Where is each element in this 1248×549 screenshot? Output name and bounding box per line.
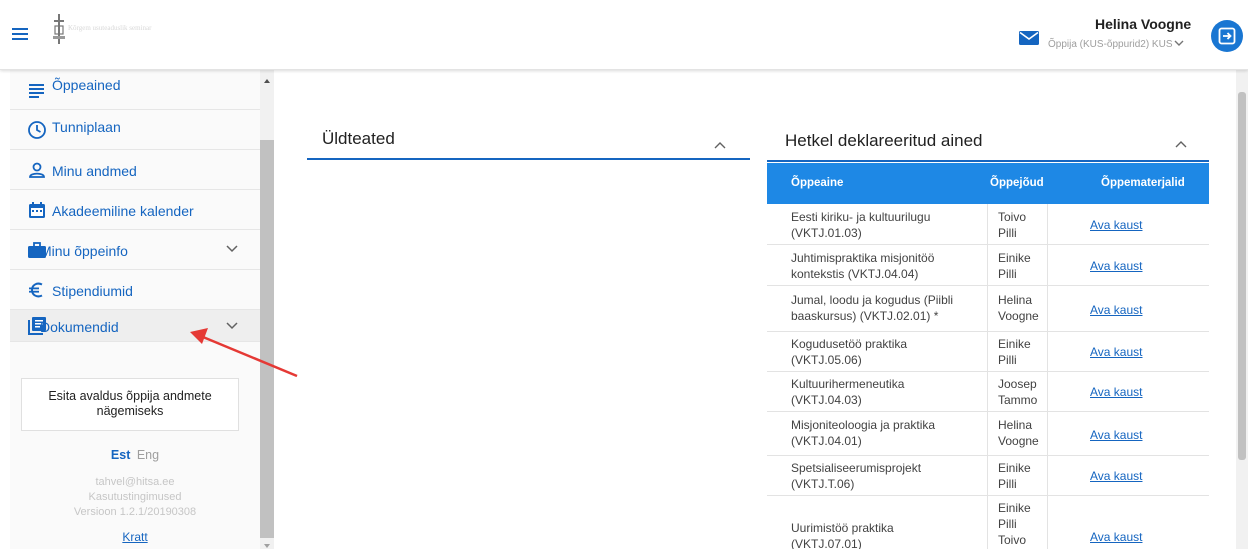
logout-button[interactable] <box>1211 20 1243 52</box>
open-folder-link[interactable]: Ava kaust <box>1090 530 1142 544</box>
open-folder-link[interactable]: Ava kaust <box>1090 303 1142 317</box>
lang-est[interactable]: Est <box>111 448 130 462</box>
seminary-logo[interactable] <box>52 14 66 44</box>
sidebar-item-oppeained[interactable]: Õppeained <box>10 70 260 110</box>
open-folder-link[interactable]: Ava kaust <box>1090 469 1142 483</box>
subject-name: Jumal, loodu ja kogudus (Piibli baaskurs… <box>791 293 954 323</box>
sidebar-item-label: Dokumendid <box>40 319 119 335</box>
teacher-name: Toivo Pilli <box>998 210 1027 240</box>
subject-name: Eesti kiriku- ja kultuurilugu (VKTJ.01.0… <box>791 210 931 240</box>
sidebar-item-label: Minu õppeinfo <box>40 243 128 259</box>
sidebar-item-label: Õppeained <box>52 77 121 93</box>
chevron-down-icon <box>226 322 238 330</box>
euro-icon <box>29 282 43 298</box>
open-folder-link[interactable]: Ava kaust <box>1090 428 1142 442</box>
top-bar: Kõrgem usuteaduslik seminar Helina Voogn… <box>0 0 1248 70</box>
sidebar-item-minu-oppeinfo[interactable]: Minu õppeinfo <box>10 230 260 270</box>
teacher-name: Einike Pilli Toivo <box>998 501 1031 547</box>
sidebar-item-minu-andmed[interactable]: Minu andmed <box>10 150 260 190</box>
clock-icon <box>28 121 46 139</box>
lang-eng[interactable]: Eng <box>137 448 159 462</box>
sidebar-item-tunniplaan[interactable]: Tunniplaan <box>10 110 260 150</box>
scroll-down-icon[interactable] <box>264 544 270 548</box>
table-row: Kultuurihermeneutika (VKTJ.04.03) Joosep… <box>767 372 1209 412</box>
general-announcements-rule <box>307 158 750 160</box>
calendar-icon <box>29 202 45 218</box>
kratt-link[interactable]: Kratt <box>10 530 260 544</box>
teacher-name: Helina Voogne <box>998 418 1039 448</box>
logo-text: Kõrgem usuteaduslik seminar <box>68 24 152 32</box>
mail-icon[interactable] <box>1019 31 1039 45</box>
table-row: Uurimistöö praktika (VKTJ.07.01) Einike … <box>767 496 1209 549</box>
open-folder-link[interactable]: Ava kaust <box>1090 259 1142 273</box>
chevron-up-icon[interactable] <box>1175 140 1187 148</box>
teacher-name: Joosep Tammo <box>998 377 1038 407</box>
column-header-teacher[interactable]: Õppejõud <box>990 177 1044 189</box>
open-folder-link[interactable]: Ava kaust <box>1090 345 1142 359</box>
open-folder-link[interactable]: Ava kaust <box>1090 385 1142 399</box>
language-switcher: Est Eng <box>10 448 260 462</box>
table-row: Jumal, loodu ja kogudus (Piibli baaskurs… <box>767 286 1209 332</box>
table-row: Eesti kiriku- ja kultuurilugu (VKTJ.01.0… <box>767 204 1209 245</box>
sidebar-scrollbar-thumb[interactable] <box>260 140 274 538</box>
chevron-up-icon[interactable] <box>714 141 726 149</box>
teacher-name: Einike Pilli <box>998 461 1031 491</box>
sidebar-item-akadeemiline-kalender[interactable]: Akadeemiline kalender <box>10 190 260 230</box>
table-row: Spetsialiseerumisprojekt (VKTJ.T.06) Ein… <box>767 456 1209 496</box>
column-divider <box>1047 204 1048 549</box>
subject-name: Kogudusetöö praktika (VKTJ.05.06) <box>791 337 908 367</box>
sidebar: Õppeained Tunniplaan Minu andmed Akadeem… <box>10 70 260 549</box>
table-row: Juhtimispraktika misjonitöö kontekstis (… <box>767 245 1209 286</box>
menu-icon[interactable] <box>12 28 28 40</box>
sidebar-item-label: Stipendiumid <box>52 283 133 299</box>
column-header-materials[interactable]: Õppematerjalid <box>1101 177 1185 189</box>
support-email[interactable]: tahvel@hitsa.ee <box>10 476 260 488</box>
chevron-down-icon[interactable] <box>1173 37 1185 49</box>
open-folder-link[interactable]: Ava kaust <box>1090 218 1142 232</box>
logout-icon <box>1218 27 1236 45</box>
version-text: Versioon 1.2.1/20190308 <box>73 506 197 518</box>
sidebar-item-dokumendid[interactable]: Dokumendid <box>10 310 260 342</box>
column-divider <box>987 204 988 549</box>
sidebar-item-label: Minu andmed <box>52 163 137 179</box>
user-name[interactable]: Helina Voogne <box>1095 16 1191 32</box>
subject-name: Kultuurihermeneutika (VKTJ.04.03) <box>791 377 905 407</box>
declared-subjects-title: Hetkel deklareeritud ained <box>785 131 983 150</box>
subject-name: Uurimistöö praktika (VKTJ.07.01) <box>791 521 894 549</box>
sidebar-item-label: Tunniplaan <box>52 119 121 135</box>
scroll-up-icon[interactable] <box>264 79 270 83</box>
column-header-subject[interactable]: Õppeaine <box>791 177 843 189</box>
request-data-access-button[interactable]: Esita avaldus õppija andmete nägemiseks <box>21 378 239 431</box>
subject-name: Spetsialiseerumisprojekt (VKTJ.T.06) <box>791 461 922 491</box>
terms-link[interactable]: Kasutustingimused <box>10 491 260 503</box>
table-row: Kogudusetöö praktika (VKTJ.05.06) Einike… <box>767 332 1209 372</box>
table-row: Misjoniteoloogia ja praktika (VKTJ.04.01… <box>767 412 1209 456</box>
teacher-name: Einike Pilli <box>998 251 1031 281</box>
chevron-down-icon <box>226 245 238 253</box>
list-icon <box>29 84 44 98</box>
sidebar-item-stipendiumid[interactable]: Stipendiumid <box>10 270 260 310</box>
general-announcements-title: Üldteated <box>322 129 395 148</box>
sidebar-item-label: Akadeemiline kalender <box>52 203 194 219</box>
teacher-name: Helina Voogne <box>998 293 1039 323</box>
teacher-name: Einike Pilli <box>998 337 1031 367</box>
subject-name: Juhtimispraktika misjonitöö kontekstis (… <box>791 251 935 281</box>
person-icon <box>29 162 45 178</box>
main-scrollbar-thumb[interactable] <box>1238 92 1246 460</box>
subjects-table-header: Õppeaine Õppejõud Õppematerjalid <box>767 163 1209 204</box>
subject-name: Misjoniteoloogia ja praktika (VKTJ.04.01… <box>791 418 936 448</box>
user-role[interactable]: Õppija (KUS-õppurid2) KUS <box>1048 39 1173 50</box>
declared-subjects-rule <box>767 160 1209 162</box>
